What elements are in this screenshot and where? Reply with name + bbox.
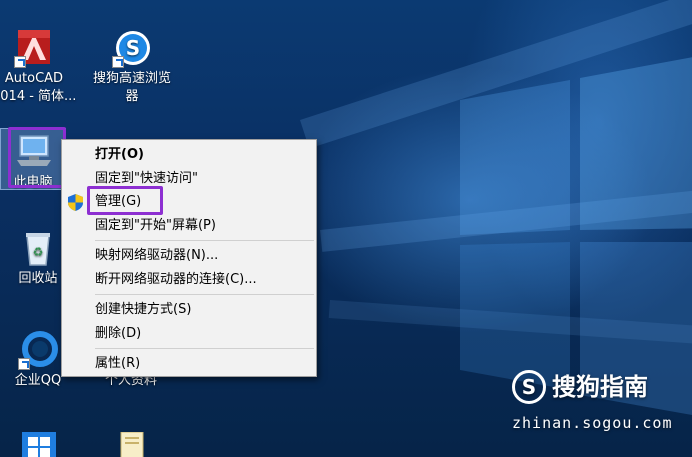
menu-separator bbox=[95, 240, 314, 241]
desktop-icon-label: AutoCAD bbox=[4, 71, 64, 86]
document-icon[interactable] bbox=[118, 431, 146, 457]
menu-item-disconnect-network-drive[interactable]: 断开网络驱动器的连接(C)... bbox=[62, 268, 316, 292]
menu-separator bbox=[95, 348, 314, 349]
this-pc-highlight-box bbox=[8, 127, 66, 188]
manage-highlight-box bbox=[87, 186, 163, 215]
desktop-icon-autocad[interactable]: AutoCAD 2014 - 简体... bbox=[0, 28, 76, 106]
menu-item-open[interactable]: 打开(O) bbox=[62, 143, 316, 167]
sogou-browser-icon: S bbox=[112, 28, 152, 68]
autocad-icon bbox=[14, 28, 54, 68]
desktop-icon-label: 器 bbox=[125, 89, 139, 104]
menu-separator bbox=[95, 294, 314, 295]
shortcut-arrow-icon bbox=[18, 358, 30, 370]
watermark-text: 搜狗指南 bbox=[552, 373, 648, 401]
menu-item-delete[interactable]: 删除(D) bbox=[62, 322, 316, 346]
menu-item-map-network-drive[interactable]: 映射网络驱动器(N)... bbox=[62, 244, 316, 268]
menu-item-create-shortcut[interactable]: 创建快捷方式(S) bbox=[62, 298, 316, 322]
menu-item-pin-start[interactable]: 固定到"开始"屏幕(P) bbox=[62, 214, 316, 238]
enterprise-qq-icon bbox=[18, 330, 58, 370]
sogou-logo-icon: S bbox=[512, 370, 546, 404]
desktop-icon-sogou-browser[interactable]: S 搜狗高速浏览 器 bbox=[90, 28, 174, 106]
recycle-bin-icon: ♻ bbox=[18, 228, 58, 268]
desktop-icon-label: 2014 - 简体... bbox=[0, 89, 77, 104]
shortcut-arrow-icon bbox=[112, 56, 124, 68]
desktop-icon-label: 搜狗高速浏览 bbox=[92, 71, 171, 86]
uac-shield-icon bbox=[68, 194, 83, 211]
shortcut-arrow-icon bbox=[14, 56, 26, 68]
menu-item-properties[interactable]: 属性(R) bbox=[62, 352, 316, 376]
watermark-url: zhinan.sogou.com bbox=[512, 414, 673, 432]
desktop-background: AutoCAD 2014 - 简体... S 搜狗高速浏览 器 此电脑 ♻ 回收… bbox=[0, 0, 692, 457]
windows-tile-icon[interactable] bbox=[22, 432, 56, 457]
context-menu: 打开(O) 固定到"快速访问" 管理(G) 固定到"开始"屏幕(P) 映射网络驱… bbox=[61, 139, 317, 377]
svg-text:♻: ♻ bbox=[33, 245, 44, 259]
svg-text:S: S bbox=[126, 36, 140, 60]
